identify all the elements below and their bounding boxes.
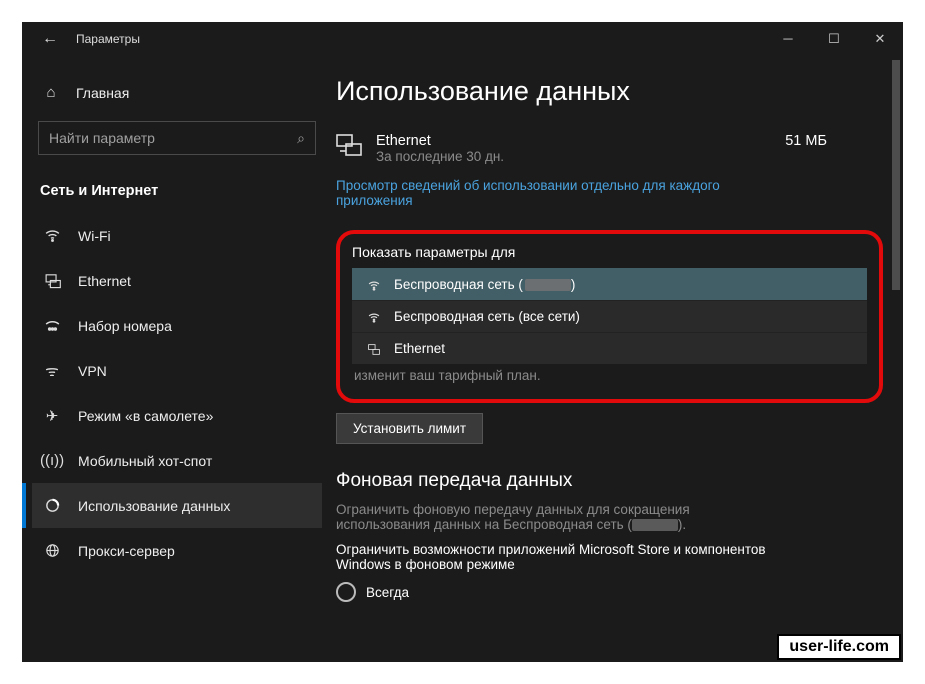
redacted-ssid — [525, 279, 571, 291]
sidebar-item-label: Ethernet — [78, 273, 131, 289]
sidebar-item-vpn[interactable]: ᯤ VPN — [32, 348, 322, 393]
home-icon: ⌂ — [40, 84, 62, 101]
ethernet-icon — [364, 341, 384, 356]
vpn-icon: ᯤ — [40, 361, 64, 381]
search-icon: ⌕ — [297, 130, 305, 147]
redacted-ssid — [632, 519, 678, 531]
sidebar-item-label: Набор номера — [78, 318, 172, 334]
dropdown-label: Показать параметры для — [352, 244, 867, 260]
wifi-icon — [364, 276, 384, 291]
content-pane: Использование данных Ethernet За последн… — [332, 56, 903, 662]
dropdown-option-wireless-specific[interactable]: Беспроводная сеть () — [352, 268, 867, 300]
sidebar: ⌂ Главная Найти параметр ⌕ Сеть и Интерн… — [22, 56, 332, 662]
sidebar-item-label: Использование данных — [78, 498, 230, 514]
airplane-icon: ✈ — [40, 407, 64, 425]
sidebar-item-ethernet[interactable]: Ethernet — [32, 258, 322, 303]
network-usage: 51 МБ — [785, 133, 883, 149]
sidebar-item-data-usage[interactable]: Использование данных — [32, 483, 322, 528]
radio-always-label: Всегда — [366, 585, 409, 600]
search-input[interactable]: Найти параметр ⌕ — [38, 121, 316, 155]
radio-icon — [336, 582, 356, 602]
dropdown-option-ethernet[interactable]: Ethernet — [352, 332, 867, 364]
globe-icon — [40, 542, 64, 560]
plan-change-note: изменит ваш тарифный план. — [354, 368, 867, 383]
data-usage-icon — [40, 497, 64, 515]
minimize-button[interactable]: ─ — [765, 22, 811, 56]
dropdown-option-text: Ethernet — [394, 341, 445, 356]
sidebar-home[interactable]: ⌂ Главная — [32, 74, 322, 111]
dropdown-option-wireless-all[interactable]: Беспроводная сеть (все сети) — [352, 300, 867, 332]
network-name: Ethernet — [376, 133, 785, 149]
ethernet-icon — [336, 133, 370, 163]
network-period: За последние 30 дн. — [376, 149, 785, 164]
settings-window: ← Параметры ─ ☐ ✕ ⌂ Главная Найти параме… — [22, 22, 903, 662]
scrollbar-thumb[interactable] — [892, 60, 900, 290]
sidebar-item-label: VPN — [78, 363, 107, 379]
dropdown-option-text: Беспроводная сеть (все сети) — [394, 309, 580, 324]
restrict-label: Ограничить возможности приложений Micros… — [336, 542, 776, 572]
hotspot-icon: ((ı)) — [40, 452, 64, 469]
sidebar-item-label: Мобильный хот-спот — [78, 453, 212, 469]
sidebar-item-hotspot[interactable]: ((ı)) Мобильный хот-спот — [32, 438, 322, 483]
maximize-button[interactable]: ☐ — [811, 22, 857, 56]
sidebar-category: Сеть и Интернет — [32, 177, 322, 213]
window-title: Параметры — [76, 32, 140, 46]
sidebar-item-label: Wi-Fi — [78, 228, 111, 244]
network-dropdown[interactable]: Беспроводная сеть () Беспроводная сеть (… — [352, 268, 867, 364]
titlebar: ← Параметры ─ ☐ ✕ — [22, 22, 903, 56]
background-data-description: Ограничить фоновую передачу данных для с… — [336, 502, 776, 532]
sidebar-item-wifi[interactable]: Wi-Fi — [32, 213, 322, 258]
sidebar-home-label: Главная — [76, 85, 129, 101]
watermark: user-life.com — [777, 634, 901, 660]
per-app-usage-link[interactable]: Просмотр сведений об использовании отдел… — [336, 178, 796, 208]
scrollbar[interactable]: ▼ — [889, 56, 903, 662]
wifi-icon — [40, 227, 64, 245]
sidebar-item-proxy[interactable]: Прокси-сервер — [32, 528, 322, 573]
page-title: Использование данных — [336, 76, 883, 107]
back-button[interactable]: ← — [38, 30, 62, 48]
ethernet-icon — [40, 272, 64, 290]
background-data-title: Фоновая передача данных — [336, 470, 883, 492]
sidebar-item-dialup[interactable]: Набор номера — [32, 303, 322, 348]
sidebar-item-label: Режим «в самолете» — [78, 408, 213, 424]
network-summary: Ethernet За последние 30 дн. 51 МБ — [336, 133, 883, 164]
close-button[interactable]: ✕ — [857, 22, 903, 56]
dropdown-highlight: Показать параметры для Беспроводная сеть… — [336, 230, 883, 403]
search-placeholder: Найти параметр — [49, 130, 297, 146]
dialup-icon — [40, 317, 64, 335]
sidebar-item-label: Прокси-сервер — [78, 543, 175, 559]
dropdown-option-text: Беспроводная сеть () — [394, 277, 575, 292]
sidebar-item-airplane[interactable]: ✈ Режим «в самолете» — [32, 393, 322, 438]
radio-always[interactable]: Всегда — [336, 582, 883, 602]
wifi-icon — [364, 309, 384, 324]
set-limit-button[interactable]: Установить лимит — [336, 413, 483, 444]
